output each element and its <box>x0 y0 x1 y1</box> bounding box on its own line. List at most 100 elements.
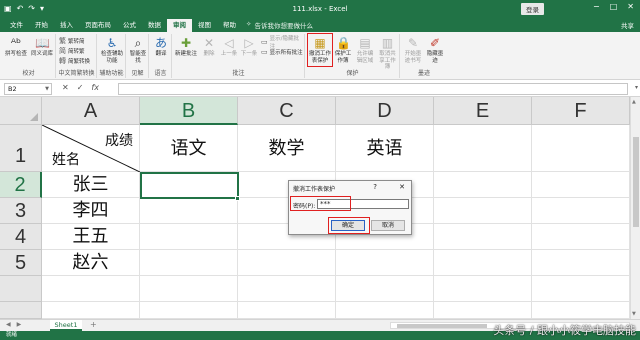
cell-d6[interactable] <box>336 276 434 302</box>
tell-me-box[interactable]: ✧ 告诉我你想要做什么 <box>246 20 313 30</box>
cell-f3[interactable] <box>532 198 630 224</box>
name-box[interactable]: B2 ▼ <box>4 83 52 95</box>
row-header-6[interactable]: 6 <box>0 276 42 302</box>
previous-sheet-icon[interactable]: ◀ <box>6 321 11 328</box>
cell-e6[interactable] <box>434 276 532 302</box>
cell-b3[interactable] <box>140 198 238 224</box>
login-button[interactable]: 登录 <box>521 3 544 15</box>
cell-c6[interactable] <box>238 276 336 302</box>
start-inking-button[interactable]: ✎ 开始墨迹书写 <box>403 36 423 64</box>
next-comment-button[interactable]: ▷ 下一条 <box>240 36 258 58</box>
column-header-d[interactable]: D <box>336 97 434 125</box>
next-sheet-icon[interactable]: ▶ <box>17 321 22 328</box>
cell-d1[interactable]: 英语 <box>336 125 434 172</box>
to-simplified-button[interactable]: 简简转繁 <box>59 46 85 55</box>
chevron-down-icon[interactable]: ▼ <box>45 84 49 94</box>
column-header-f[interactable]: F <box>532 97 630 125</box>
cell-e5[interactable] <box>434 250 532 276</box>
horizontal-scroll-thumb[interactable] <box>397 324 487 328</box>
cell-c5[interactable] <box>238 250 336 276</box>
maximize-icon[interactable]: □ <box>610 2 618 11</box>
row-header-2[interactable]: 2 <box>0 172 42 198</box>
unshare-workbook-button[interactable]: ▥ 取消共享工作簿 <box>377 36 398 71</box>
translate-button[interactable]: あ 翻译 <box>151 36 171 58</box>
cell-f5[interactable] <box>532 250 630 276</box>
vertical-scroll-thumb[interactable] <box>633 137 639 227</box>
simp-trad-convert-button[interactable]: 轉简繁转换 <box>59 56 90 65</box>
help-icon[interactable]: ? <box>373 183 377 191</box>
allow-edit-ranges-button[interactable]: ▤ 允许编辑区域 <box>355 36 375 64</box>
previous-comment-button[interactable]: ◁ 上一条 <box>220 36 238 58</box>
column-header-c[interactable]: C <box>238 97 336 125</box>
cell-e7[interactable] <box>434 302 532 319</box>
spell-check-button[interactable]: ᴬᵇ 拼写检查 <box>4 36 28 58</box>
cell-f1[interactable] <box>532 125 630 172</box>
check-accessibility-button[interactable]: ♿ 检查辅助功能 <box>100 36 124 64</box>
new-comment-button[interactable]: ✚ 新建批注 <box>175 36 197 58</box>
cell-b5[interactable] <box>140 250 238 276</box>
cell-e1[interactable] <box>434 125 532 172</box>
column-header-a[interactable]: A <box>42 97 140 125</box>
selected-cell-b2[interactable] <box>140 172 239 199</box>
column-header-e[interactable]: E <box>434 97 532 125</box>
to-traditional-button[interactable]: 繁繁转简 <box>59 36 85 45</box>
show-hide-comment-button[interactable]: ▭ 显示/隐藏批注 <box>261 36 304 50</box>
cell-a3[interactable]: 李四 <box>42 198 140 224</box>
tab-home[interactable]: 开始 <box>29 19 54 32</box>
cancel-button[interactable]: 取消 <box>371 220 405 231</box>
enter-icon[interactable]: ✓ <box>77 83 84 92</box>
cell-a6[interactable] <box>42 276 140 302</box>
delete-comment-button[interactable]: ✕ 删除 <box>200 36 218 58</box>
expand-formula-icon[interactable]: ▾ <box>635 84 638 91</box>
cell-a4[interactable]: 王五 <box>42 224 140 250</box>
cell-e2[interactable] <box>434 172 532 198</box>
cancel-icon[interactable]: ✕ <box>62 83 69 92</box>
smart-lookup-button[interactable]: ⌕ 智能查找 <box>128 36 148 64</box>
row-header-4[interactable]: 4 <box>0 224 42 250</box>
row-header-3[interactable]: 3 <box>0 198 42 224</box>
cell-f7[interactable] <box>532 302 630 319</box>
tab-help[interactable]: 帮助 <box>217 19 242 32</box>
cell-a7[interactable] <box>42 302 140 319</box>
hide-ink-button[interactable]: ✐ 隐藏墨迹 <box>425 36 445 64</box>
vertical-scrollbar[interactable]: ▲ ▼ <box>630 97 640 319</box>
cell-c1[interactable]: 数学 <box>238 125 336 172</box>
sheet-tab-sheet1[interactable]: Sheet1 <box>50 320 82 331</box>
tab-page-layout[interactable]: 页面布局 <box>79 19 117 32</box>
tab-file[interactable]: 文件 <box>4 19 29 32</box>
dialog-close-icon[interactable]: ✕ <box>399 183 405 191</box>
column-header-b[interactable]: B <box>140 97 238 125</box>
cell-b4[interactable] <box>140 224 238 250</box>
function-icon[interactable]: fx <box>91 83 99 92</box>
show-all-comments-button[interactable]: ▭ 显示所有批注 <box>261 47 303 56</box>
cell-e3[interactable] <box>434 198 532 224</box>
close-icon[interactable]: ✕ <box>627 2 634 11</box>
cell-b6[interactable] <box>140 276 238 302</box>
row-header-7[interactable]: 7 <box>0 302 42 319</box>
tab-data[interactable]: 数据 <box>142 19 167 32</box>
minimize-icon[interactable]: − <box>593 2 600 11</box>
cell-d7[interactable] <box>336 302 434 319</box>
fill-handle[interactable] <box>235 196 240 201</box>
add-sheet-icon[interactable]: + <box>90 320 97 329</box>
tab-review[interactable]: 审阅 <box>167 19 192 32</box>
row-header-1[interactable]: 1 <box>0 125 42 172</box>
cell-f2[interactable] <box>532 172 630 198</box>
formula-input[interactable] <box>118 83 628 95</box>
protect-workbook-button[interactable]: 🔒 保护工作簿 <box>333 36 353 64</box>
tab-view[interactable]: 视图 <box>192 19 217 32</box>
scroll-up-icon[interactable]: ▲ <box>632 99 636 105</box>
row-header-5[interactable]: 5 <box>0 250 42 276</box>
share-button[interactable]: 共享 <box>621 20 634 30</box>
select-all-corner[interactable] <box>0 97 42 125</box>
cell-b7[interactable] <box>140 302 238 319</box>
cell-a5[interactable]: 赵六 <box>42 250 140 276</box>
cell-b1[interactable]: 语文 <box>140 125 238 172</box>
cell-a1[interactable]: 成绩 姓名 <box>42 125 140 172</box>
cell-a2[interactable]: 张三 <box>42 172 140 198</box>
tab-formulas[interactable]: 公式 <box>117 19 142 32</box>
thesaurus-button[interactable]: 📖 同义词库 <box>30 36 54 58</box>
scroll-down-icon[interactable]: ▼ <box>632 311 636 317</box>
cell-f4[interactable] <box>532 224 630 250</box>
cell-c7[interactable] <box>238 302 336 319</box>
